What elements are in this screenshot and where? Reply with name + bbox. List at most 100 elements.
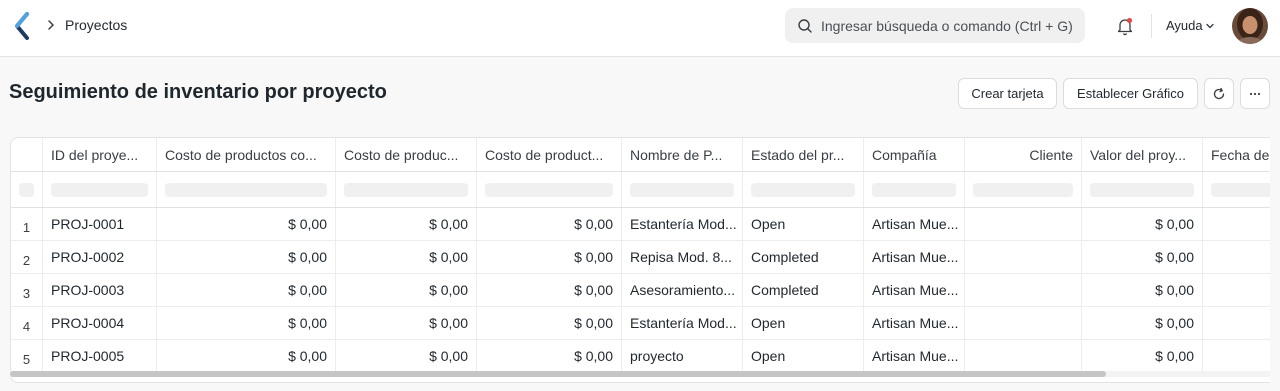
cell-project-value[interactable]: $ 0,00	[1082, 274, 1203, 306]
cell-cost-issued[interactable]: $ 0,00	[477, 340, 622, 372]
cell-cost-consumed[interactable]: $ 0,00	[157, 340, 336, 372]
cell-cost-consumed[interactable]: $ 0,00	[157, 307, 336, 339]
cell-project-id[interactable]: PROJ-0003	[43, 274, 157, 306]
column-header-label: Costo de product...	[485, 146, 604, 163]
create-card-button[interactable]: Crear tarjeta	[958, 78, 1057, 109]
breadcrumb-proyectos[interactable]: Proyectos	[65, 17, 127, 33]
user-avatar[interactable]	[1232, 8, 1268, 44]
cell-cost-issued[interactable]: $ 0,00	[477, 208, 622, 240]
filter-input-project-status[interactable]	[743, 172, 864, 207]
filter-input-project-id[interactable]	[43, 172, 157, 207]
search-placeholder: Ingresar búsqueda o comando (Ctrl + G)	[821, 18, 1073, 34]
search-bar[interactable]: Ingresar búsqueda o comando (Ctrl + G)	[785, 8, 1085, 43]
table-header-row: ID del proye... Costo de productos co... C…	[11, 138, 1270, 172]
cell-project-status[interactable]: Completed	[743, 274, 864, 306]
column-header-project-id[interactable]: ID del proye...	[43, 138, 157, 171]
cell-project-name[interactable]: Repisa Mod. 8...	[622, 241, 743, 273]
refresh-button[interactable]	[1204, 78, 1234, 109]
table-row[interactable]: 5 PROJ-0005 $ 0,00 $ 0,00 $ 0,00 proyecto Open…	[11, 340, 1270, 373]
cell-customer[interactable]	[965, 274, 1082, 306]
cell-project-status[interactable]: Open	[743, 307, 864, 339]
cell-date[interactable]	[1203, 274, 1270, 306]
cell-cost-consumed[interactable]: $ 0,00	[157, 241, 336, 273]
cell-project-name[interactable]: Estantería Mod...	[622, 307, 743, 339]
cell-cost-issued[interactable]: $ 0,00	[477, 307, 622, 339]
column-header-project-name[interactable]: Nombre de P...	[622, 138, 743, 171]
cell-project-status[interactable]: Completed	[743, 241, 864, 273]
cell-company[interactable]: Artisan Mue...	[864, 340, 965, 372]
column-header-label: Compañía	[872, 146, 937, 163]
column-header-label: Estado del pr...	[751, 146, 845, 163]
cell-cost-purchased[interactable]: $ 0,00	[336, 241, 477, 273]
cell-cost-consumed[interactable]: $ 0,00	[157, 208, 336, 240]
more-options-button[interactable]	[1240, 78, 1270, 109]
cell-project-value[interactable]: $ 0,00	[1082, 241, 1203, 273]
cell-project-value[interactable]: $ 0,00	[1082, 307, 1203, 339]
column-header-cost-consumed[interactable]: Costo de productos co...	[157, 138, 336, 171]
cell-project-id[interactable]: PROJ-0005	[43, 340, 157, 372]
filter-input-project-value[interactable]	[1082, 172, 1203, 207]
chevron-down-icon[interactable]	[1205, 21, 1215, 31]
app-logo-icon[interactable]	[12, 12, 34, 40]
cell-project-status[interactable]: Open	[743, 208, 864, 240]
table-row[interactable]: 2 PROJ-0002 $ 0,00 $ 0,00 $ 0,00 Repisa Mod. …	[11, 241, 1270, 274]
cell-company[interactable]: Artisan Mue...	[864, 274, 965, 306]
filter-input-date[interactable]	[1203, 172, 1270, 207]
column-header-project-value[interactable]: Valor del proy...	[1082, 138, 1203, 171]
cell-project-value[interactable]: $ 0,00	[1082, 340, 1203, 372]
table-row[interactable]: 4 PROJ-0004 $ 0,00 $ 0,00 $ 0,00 Estantería M…	[11, 307, 1270, 340]
cell-project-name[interactable]: Asesoramiento...	[622, 274, 743, 306]
column-header-company[interactable]: Compañía	[864, 138, 965, 171]
bell-icon[interactable]	[1114, 15, 1136, 37]
cell-project-value[interactable]: $ 0,00	[1082, 208, 1203, 240]
cell-cost-purchased[interactable]: $ 0,00	[336, 340, 477, 372]
table-filter-row	[11, 172, 1270, 208]
column-header-project-status[interactable]: Estado del pr...	[743, 138, 864, 171]
cell-project-id[interactable]: PROJ-0004	[43, 307, 157, 339]
filter-input-company[interactable]	[864, 172, 965, 207]
cell-row-index: 1	[11, 208, 43, 240]
column-header-customer[interactable]: Cliente	[965, 138, 1082, 171]
horizontal-scrollbar[interactable]	[10, 371, 1270, 377]
filter-skeleton	[344, 182, 468, 197]
cell-customer[interactable]	[965, 241, 1082, 273]
cell-cost-purchased[interactable]: $ 0,00	[336, 208, 477, 240]
filter-input-project-name[interactable]	[622, 172, 743, 207]
cell-project-name[interactable]: proyecto	[622, 340, 743, 372]
cell-customer[interactable]	[965, 208, 1082, 240]
column-header-cost-issued[interactable]: Costo de product...	[477, 138, 622, 171]
cell-row-index: 2	[11, 241, 43, 273]
filter-input-customer[interactable]	[965, 172, 1082, 207]
cell-cost-purchased[interactable]: $ 0,00	[336, 307, 477, 339]
cell-project-id[interactable]: PROJ-0001	[43, 208, 157, 240]
cell-company[interactable]: Artisan Mue...	[864, 241, 965, 273]
cell-customer[interactable]	[965, 340, 1082, 372]
cell-cost-purchased[interactable]: $ 0,00	[336, 274, 477, 306]
cell-cost-consumed[interactable]: $ 0,00	[157, 274, 336, 306]
column-header-cost-purchased[interactable]: Costo de produc...	[336, 138, 477, 171]
cell-project-status[interactable]: Open	[743, 340, 864, 372]
filter-input-cost-consumed[interactable]	[157, 172, 336, 207]
cell-company[interactable]: Artisan Mue...	[864, 307, 965, 339]
navbar-divider	[1151, 14, 1152, 38]
cell-company[interactable]: Artisan Mue...	[864, 208, 965, 240]
filter-input-cost-purchased[interactable]	[336, 172, 477, 207]
filter-skeleton	[51, 182, 148, 197]
cell-date[interactable]	[1203, 241, 1270, 273]
table-row[interactable]: 3 PROJ-0003 $ 0,00 $ 0,00 $ 0,00 Asesoramient…	[11, 274, 1270, 307]
cell-date[interactable]	[1203, 208, 1270, 240]
cell-project-id[interactable]: PROJ-0002	[43, 241, 157, 273]
search-icon	[798, 19, 812, 33]
help-dropdown-label[interactable]: Ayuda	[1166, 18, 1203, 33]
cell-cost-issued[interactable]: $ 0,00	[477, 241, 622, 273]
cell-customer[interactable]	[965, 307, 1082, 339]
cell-project-name[interactable]: Estantería Mod...	[622, 208, 743, 240]
cell-cost-issued[interactable]: $ 0,00	[477, 274, 622, 306]
column-header-date[interactable]: Fecha de	[1203, 138, 1270, 171]
scrollbar-thumb[interactable]	[10, 371, 1106, 377]
cell-date[interactable]	[1203, 340, 1270, 372]
cell-date[interactable]	[1203, 307, 1270, 339]
set-chart-button[interactable]: Establecer Gráfico	[1063, 78, 1198, 109]
filter-input-cost-issued[interactable]	[477, 172, 622, 207]
table-row[interactable]: 1 PROJ-0001 $ 0,00 $ 0,00 $ 0,00 Estantería M…	[11, 208, 1270, 241]
